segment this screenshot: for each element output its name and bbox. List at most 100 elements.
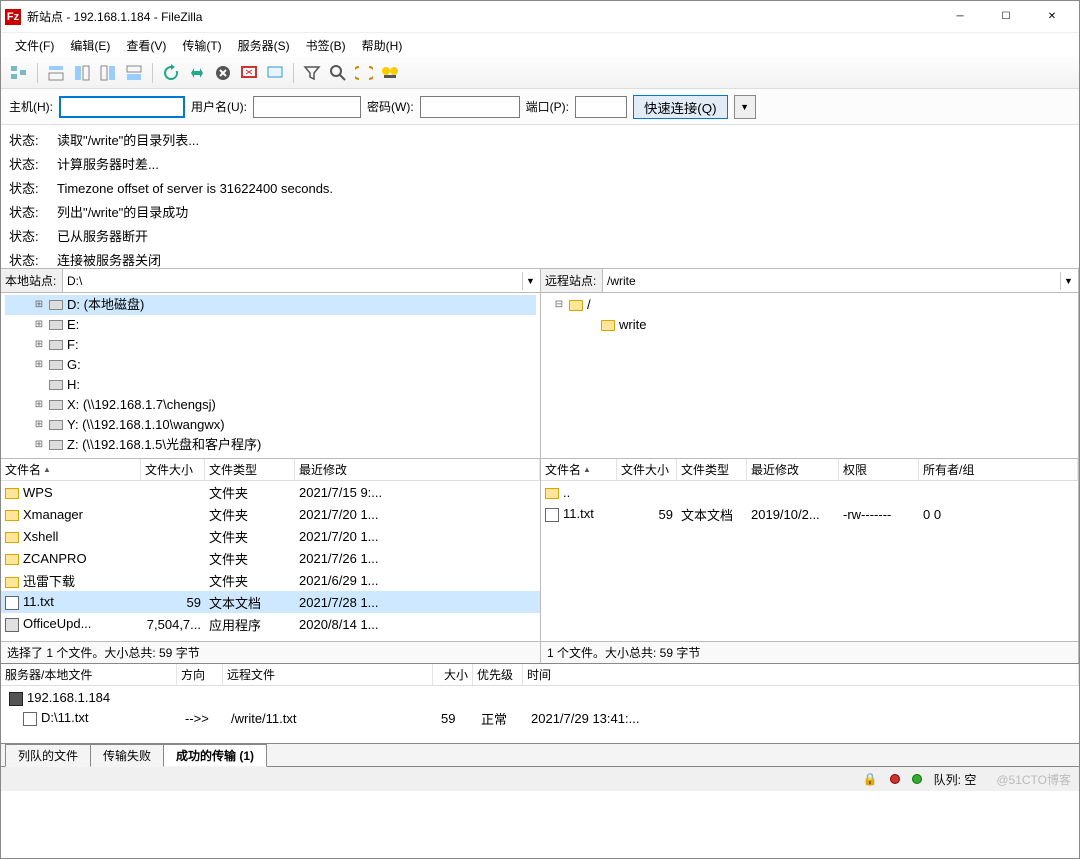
message-log[interactable]: 状态:读取"/write"的目录列表...状态:计算服务器时差...状态:Tim… (1, 125, 1079, 269)
refresh-button[interactable] (159, 61, 183, 85)
xfer-col-size[interactable]: 大小 (433, 664, 473, 685)
expand-icon[interactable]: ⊞ (33, 315, 45, 335)
local-path-combo[interactable]: ▼ (63, 270, 540, 292)
minimize-button[interactable]: ─ (937, 1, 983, 33)
drive-icon (49, 320, 63, 330)
file-row[interactable]: Xmanager文件夹2021/7/20 1... (1, 503, 540, 525)
sync-browse-button[interactable] (378, 61, 402, 85)
expand-icon[interactable]: ⊞ (33, 435, 45, 455)
remote-col-size[interactable]: 文件大小 (617, 459, 677, 480)
reconnect-button[interactable] (263, 61, 287, 85)
remote-col-owner[interactable]: 所有者/组 (919, 459, 1078, 480)
remote-tree[interactable]: ⊟/write (541, 293, 1078, 459)
tree-item[interactable]: ⊞F: (5, 335, 536, 355)
queue-status: 队列: 空 (934, 771, 977, 788)
port-input[interactable] (575, 96, 627, 118)
menu-item[interactable]: 编辑(E) (62, 35, 118, 56)
expand-icon[interactable]: ⊞ (33, 355, 45, 375)
file-row[interactable]: 11.txt59文本文档2021/7/28 1... (1, 591, 540, 613)
file-row[interactable]: 11.txt59文本文档2019/10/2...-rw-------0 0 (541, 503, 1078, 525)
remote-col-modified[interactable]: 最近修改 (747, 459, 839, 480)
remote-col-type[interactable]: 文件类型 (677, 459, 747, 480)
status-dot-red (890, 774, 900, 784)
local-path-input[interactable] (63, 270, 540, 292)
expand-icon[interactable]: ⊞ (33, 415, 45, 435)
tree-item[interactable]: ⊟/ (545, 295, 1074, 315)
local-col-name[interactable]: 文件名▲ (1, 459, 141, 480)
local-file-list[interactable]: 文件名▲ 文件大小 文件类型 最近修改 WPS文件夹2021/7/15 9:..… (1, 459, 540, 641)
remote-file-list[interactable]: 文件名▲ 文件大小 文件类型 最近修改 权限 所有者/组 ..11.txt59文… (541, 459, 1078, 641)
menu-item[interactable]: 帮助(H) (354, 35, 411, 56)
tree-item[interactable]: ⊞D: (本地磁盘) (5, 295, 536, 315)
tab-failed[interactable]: 传输失败 (90, 744, 164, 767)
file-row[interactable]: ZCANPRO文件夹2021/7/26 1... (1, 547, 540, 569)
toggle-queue-button[interactable] (122, 61, 146, 85)
toggle-remote-tree-button[interactable] (96, 61, 120, 85)
remote-col-name[interactable]: 文件名▲ (541, 459, 617, 480)
expand-icon[interactable]: ⊞ (33, 295, 45, 315)
file-row[interactable]: WPS文件夹2021/7/15 9:... (1, 481, 540, 503)
chevron-down-icon[interactable]: ▼ (1060, 272, 1076, 290)
lock-icon: 🔒 (863, 772, 878, 786)
toggle-local-tree-button[interactable] (70, 61, 94, 85)
search-button[interactable] (326, 61, 350, 85)
toolbar (1, 57, 1079, 89)
tab-queued[interactable]: 列队的文件 (5, 744, 91, 767)
remote-path-input[interactable] (603, 270, 1078, 292)
titlebar: Fz 新站点 - 192.168.1.184 - FileZilla ─ ☐ ✕ (1, 1, 1079, 33)
tree-item[interactable]: ⊞E: (5, 315, 536, 335)
expand-icon[interactable]: ⊞ (33, 395, 45, 415)
xfer-col-prio[interactable]: 优先级 (473, 664, 523, 685)
menu-item[interactable]: 查看(V) (118, 35, 174, 56)
log-line: 状态:连接被服务器关闭 (9, 249, 1071, 269)
tree-item[interactable]: ⊞ G: (5, 355, 536, 375)
filter-button[interactable] (300, 61, 324, 85)
local-col-type[interactable]: 文件类型 (205, 459, 295, 480)
chevron-down-icon[interactable]: ▼ (522, 272, 538, 290)
expand-icon[interactable]: ⊟ (553, 295, 565, 315)
tab-success[interactable]: 成功的传输 (1) (163, 744, 267, 767)
menu-item[interactable]: 传输(T) (174, 35, 229, 56)
tree-item[interactable]: H: (5, 375, 536, 395)
file-row[interactable]: OfficeUpd...7,504,7...应用程序2020/8/14 1... (1, 613, 540, 635)
tree-item[interactable]: ⊞Z: (\\192.168.1.5\光盘和客户程序) (5, 435, 536, 455)
cancel-button[interactable] (211, 61, 235, 85)
file-row[interactable]: .. (541, 481, 1078, 503)
xfer-col-name[interactable]: 服务器/本地文件 (1, 664, 177, 685)
log-line: 状态:计算服务器时差... (9, 153, 1071, 177)
menu-item[interactable]: 书签(B) (298, 35, 354, 56)
menu-item[interactable]: 文件(F) (7, 35, 62, 56)
compare-button[interactable] (352, 61, 376, 85)
local-tree[interactable]: ⊞D: (本地磁盘)⊞E:⊞F:⊞G:H:⊞X: (\\192.168.1.7\… (1, 293, 540, 459)
tree-item[interactable]: ⊞Y: (\\192.168.1.10\wangwx) (5, 415, 536, 435)
folder-icon (5, 554, 19, 565)
remote-path-combo[interactable]: ▼ (603, 270, 1078, 292)
file-row[interactable]: 迅雷下载文件夹2021/6/29 1... (1, 569, 540, 591)
quick-connect-button[interactable]: 快速连接(Q) (633, 95, 728, 119)
process-queue-button[interactable] (185, 61, 209, 85)
tree-item[interactable]: ⊞X: (\\192.168.1.7\chengsj) (5, 395, 536, 415)
site-manager-button[interactable] (7, 61, 31, 85)
maximize-button[interactable]: ☐ (983, 1, 1029, 33)
xfer-file-row[interactable]: D:\11.txt -->> /write/11.txt 59 正常 2021/… (5, 708, 1075, 728)
remote-col-perm[interactable]: 权限 (839, 459, 919, 480)
local-col-size[interactable]: 文件大小 (141, 459, 205, 480)
transfer-queue[interactable]: 服务器/本地文件 方向 远程文件 大小 优先级 时间 192.168.1.184… (1, 663, 1079, 743)
username-input[interactable] (253, 96, 361, 118)
xfer-server-row[interactable]: 192.168.1.184 (5, 688, 1075, 708)
local-col-modified[interactable]: 最近修改 (295, 459, 540, 480)
host-input[interactable] (59, 96, 185, 118)
password-input[interactable] (420, 96, 520, 118)
quick-connect-dropdown[interactable]: ▼ (734, 95, 756, 119)
close-button[interactable]: ✕ (1029, 1, 1075, 33)
expand-icon[interactable]: ⊞ (33, 335, 45, 355)
xfer-col-time[interactable]: 时间 (523, 664, 1079, 685)
tree-label: G: (67, 355, 81, 375)
file-row[interactable]: Xshell文件夹2021/7/20 1... (1, 525, 540, 547)
menu-item[interactable]: 服务器(S) (230, 35, 298, 56)
toggle-log-button[interactable] (44, 61, 68, 85)
xfer-col-remote[interactable]: 远程文件 (223, 664, 433, 685)
disconnect-button[interactable] (237, 61, 261, 85)
xfer-col-dir[interactable]: 方向 (177, 664, 223, 685)
tree-item[interactable]: write (545, 315, 1074, 335)
